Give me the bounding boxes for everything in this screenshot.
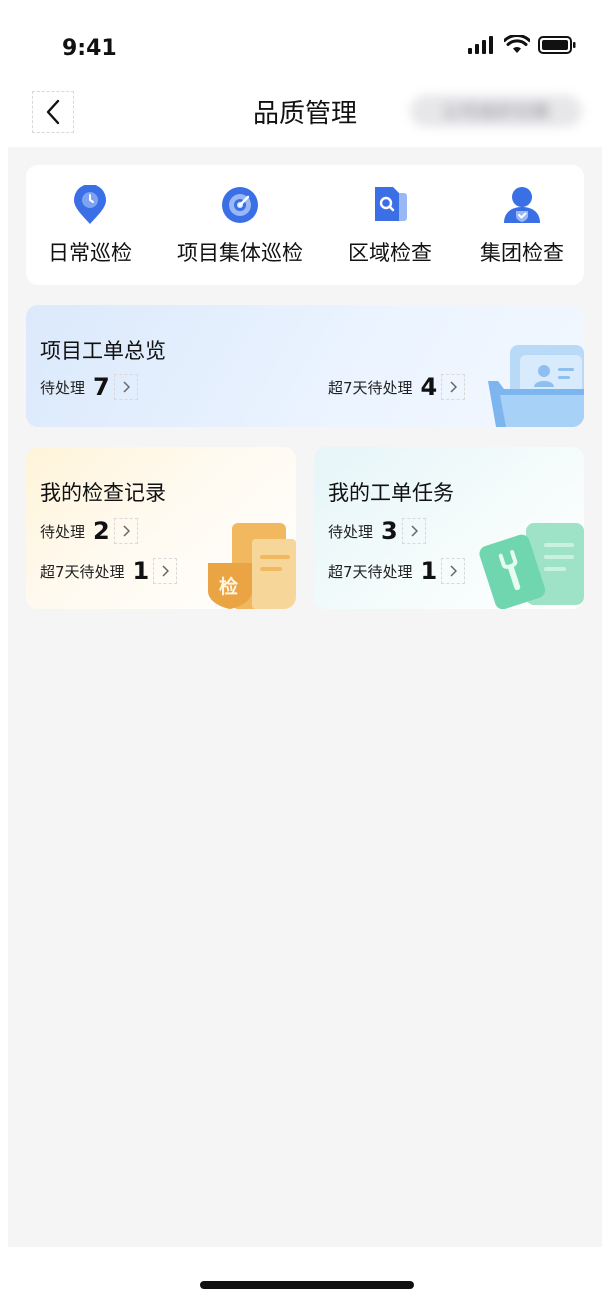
quick-action-label: 集团检查 [480,241,564,265]
overdue-label: 超7天待处理 [328,378,413,397]
home-indicator[interactable] [200,1281,414,1289]
app-screen: 9:41 品质管理 公司组织切换 日常巡检 项目集体巡检 区域检查 集团检查 项… [8,5,602,1301]
overdue-count: 1 [132,557,150,585]
pending-row[interactable]: 待处理 7 [40,373,138,401]
pending-label: 待处理 [40,378,86,397]
pending-count: 7 [93,373,110,401]
chevron-right-icon [401,518,426,544]
overdue-row[interactable]: 超7天待处理 1 [328,557,466,585]
chevron-right-icon [441,374,466,400]
chevron-right-icon [113,374,138,400]
document-search-icon [375,187,407,221]
quick-action-daily-patrol[interactable]: 日常巡检 [20,185,160,267]
overdue-row[interactable]: 超7天待处理 1 [40,557,178,585]
my-inspection-records-card[interactable]: 我的检查记录 待处理 2 超7天待处理 1 检 [26,447,296,609]
target-icon [222,187,258,223]
inspection-badge-text: 检 [219,576,239,598]
signal-icon [468,36,493,54]
quick-action-label: 项目集体巡检 [177,241,303,265]
pending-label: 待处理 [40,522,86,541]
card-title: 我的检查记录 [40,481,166,505]
overdue-row[interactable]: 超7天待处理 4 [328,373,466,401]
home-indicator-bar [8,1247,602,1301]
card-title: 项目工单总览 [40,339,166,363]
status-bar: 9:41 [8,5,602,85]
overdue-count: 4 [420,373,438,401]
chevron-right-icon [153,558,178,584]
wrench-tool-illustration [479,523,584,609]
battery-icon [538,36,576,54]
navigation-bar: 品质管理 公司组织切换 [8,85,602,147]
user-shield-icon [504,187,540,223]
quick-action-label: 区域检查 [348,241,432,265]
wifi-icon [504,35,530,53]
pending-row[interactable]: 待处理 2 [40,517,138,545]
pending-count: 2 [93,517,110,545]
organization-selector[interactable]: 公司组织切换 [410,95,582,127]
overdue-label: 超7天待处理 [328,562,413,581]
card-title: 我的工单任务 [328,481,454,505]
quick-action-label: 日常巡检 [48,241,132,265]
quick-action-group-check[interactable]: 集团检查 [452,185,592,267]
overdue-count: 1 [420,557,438,585]
chevron-right-icon [113,518,138,544]
pending-row[interactable]: 待处理 3 [328,517,426,545]
folder-illustration [488,345,584,427]
my-workorder-tasks-card[interactable]: 我的工单任务 待处理 3 超7天待处理 1 [314,447,584,609]
quick-action-project-patrol[interactable]: 项目集体巡检 [170,185,310,267]
status-time: 9:41 [62,36,117,61]
chevron-right-icon [441,558,466,584]
pending-count: 3 [381,517,398,545]
pending-label: 待处理 [328,522,374,541]
quick-actions-panel: 日常巡检 项目集体巡检 区域检查 集团检查 [26,165,584,285]
overdue-label: 超7天待处理 [40,562,125,581]
status-icons [468,35,576,55]
inspection-badge-illustration [208,523,296,609]
location-pin-icon [74,185,106,224]
project-workorder-overview-card[interactable]: 项目工单总览 待处理 7 超7天待处理 4 [26,305,584,427]
quick-action-area-check[interactable]: 区域检查 [320,185,460,267]
